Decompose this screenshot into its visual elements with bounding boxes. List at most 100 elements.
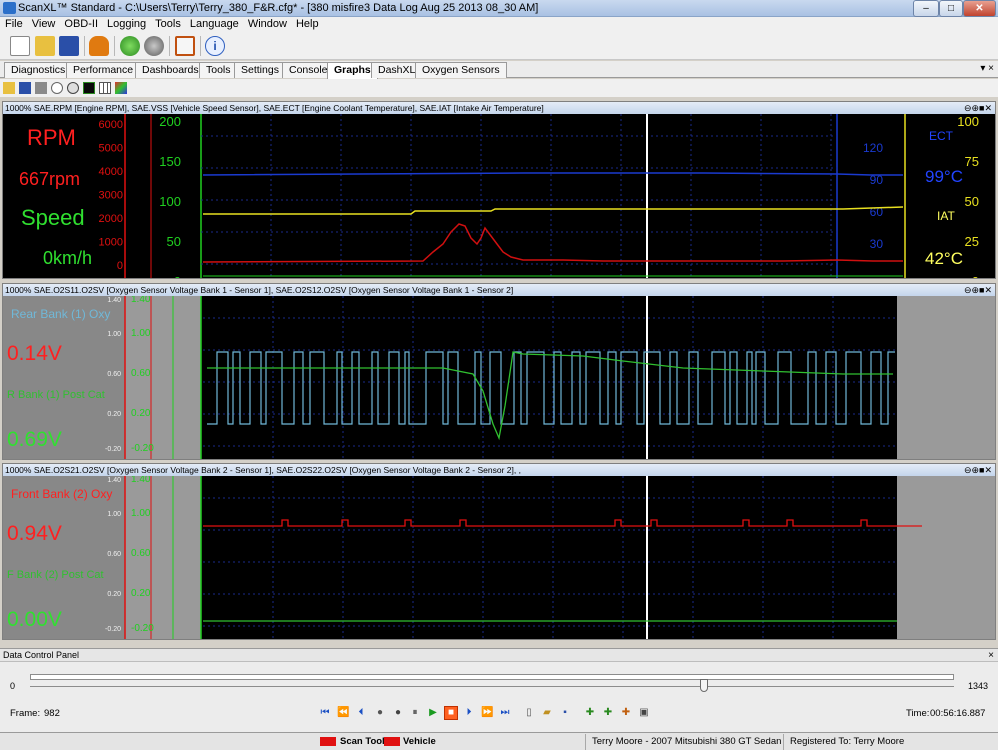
- tab-tools[interactable]: Tools: [199, 62, 238, 78]
- rpm-value: 667rpm: [19, 169, 80, 189]
- new-document-icon[interactable]: [10, 36, 30, 56]
- reset-icon[interactable]: [51, 82, 63, 94]
- o2-tick-label: 0.60: [131, 548, 151, 559]
- open-log-icon[interactable]: ▰: [541, 707, 553, 719]
- close-button[interactable]: ✕: [963, 0, 996, 17]
- export-icon[interactable]: ✚: [584, 707, 596, 719]
- status-separator: [783, 734, 784, 750]
- o2-tick-label: 1.40: [107, 477, 121, 484]
- fast-rewind-icon[interactable]: ⏪: [337, 707, 349, 719]
- panel-controls[interactable]: ⊖⊕■✕: [964, 284, 992, 296]
- import-icon[interactable]: ✚: [602, 707, 614, 719]
- vehicle-indicator: [384, 737, 400, 746]
- rpm-tick-label: 5000: [99, 143, 123, 155]
- status-separator: [585, 734, 586, 750]
- menu-window[interactable]: Window: [243, 17, 291, 32]
- graph-panel-bank2: 1000% SAE.O2S21.O2SV [Oxygen Sensor Volt…: [2, 463, 996, 640]
- mark-icon[interactable]: ✚: [620, 707, 632, 719]
- settings-icon[interactable]: ▣: [638, 707, 650, 719]
- vehicle-info: Terry Moore - 2007 Mitsubishi 380 GT Sed…: [592, 736, 782, 747]
- panel-header: 1000% SAE.O2S11.O2SV [Oxygen Sensor Volt…: [3, 284, 995, 296]
- gauge-icon[interactable]: [67, 82, 79, 94]
- main-toolbar: i: [0, 32, 998, 60]
- tab-dashboards[interactable]: Dashboards: [135, 62, 206, 78]
- vehicle-icon[interactable]: [89, 36, 109, 56]
- frame-slider-thumb[interactable]: [700, 679, 708, 692]
- skip-first-icon[interactable]: ⏮: [319, 707, 331, 719]
- frame-value: 982: [44, 708, 60, 719]
- window-title-bar[interactable]: ScanXL™ Standard - C:\Users\Terry\Terry_…: [0, 0, 998, 17]
- ect-tick-label: 30: [870, 237, 884, 251]
- info-icon[interactable]: i: [205, 36, 225, 56]
- fast-forward-icon[interactable]: ⏩: [481, 707, 493, 719]
- sensor-2-label: F Bank (2) Post Cat: [7, 569, 104, 581]
- rpm-label: RPM: [27, 125, 76, 150]
- panel-controls[interactable]: ⊖⊕■✕: [964, 464, 992, 476]
- sensor-1-label: Front Bank (2) Oxy: [11, 487, 112, 501]
- panel-controls[interactable]: ⊖⊕■✕: [964, 102, 992, 114]
- open-icon[interactable]: [3, 82, 15, 94]
- o2-tick-label: 0.60: [107, 371, 121, 378]
- ect-value: 99°C: [925, 167, 963, 186]
- save-disk-icon[interactable]: [59, 36, 79, 56]
- vehicle-label: Vehicle: [403, 736, 436, 747]
- play-icon[interactable]: ▶: [427, 707, 439, 719]
- maximize-button[interactable]: □: [939, 0, 963, 17]
- tab-list-pin-icon[interactable]: ▾ ×: [980, 63, 994, 74]
- copy-icon[interactable]: [35, 82, 47, 94]
- save-icon[interactable]: [19, 82, 31, 94]
- slider-track[interactable]: [30, 674, 954, 680]
- menu-tools[interactable]: Tools: [150, 17, 185, 32]
- new-log-icon[interactable]: ▯: [523, 707, 535, 719]
- tab-performance[interactable]: Performance: [66, 62, 141, 78]
- tab-diagnostics[interactable]: Diagnostics: [4, 62, 73, 78]
- data-control-panel: 0 1343 Frame: 982 ⏮ ⏪ ⏴ ● ● ⏸ ▶ ■ ⏵ ⏩ ⏭ …: [0, 662, 998, 732]
- open-folder-icon[interactable]: [35, 36, 55, 56]
- menu-file[interactable]: File: [0, 17, 27, 32]
- iat-tick-label: 100: [957, 114, 979, 129]
- menu-view[interactable]: View: [27, 17, 60, 32]
- rpm-tick-label: 3000: [99, 190, 123, 202]
- connect-icon[interactable]: [120, 36, 140, 56]
- tab-settings[interactable]: Settings: [234, 62, 286, 78]
- o2-tick-label: 0.20: [131, 408, 151, 419]
- speed-tick-label: 200: [159, 114, 181, 129]
- minimize-button[interactable]: –: [913, 0, 939, 17]
- close-icon[interactable]: ×: [988, 649, 994, 662]
- data-control-panel-title: Data Control Panel: [3, 650, 80, 660]
- table-icon[interactable]: [99, 82, 111, 94]
- pause-icon[interactable]: ⏸: [409, 707, 421, 719]
- step-back-icon[interactable]: ⏴: [355, 707, 367, 719]
- rpm-tick-label: 6000: [99, 119, 123, 131]
- stop-icon[interactable]: ■: [444, 706, 458, 720]
- plot-background: [3, 114, 995, 278]
- graph-icon[interactable]: [83, 82, 95, 94]
- save-log-icon[interactable]: ▪: [559, 707, 571, 719]
- tab-oxygen-sensors[interactable]: Oxygen Sensors: [415, 62, 507, 78]
- slider-max-label: 1343: [968, 681, 989, 691]
- disconnect-icon[interactable]: [144, 36, 164, 56]
- color-icon[interactable]: [115, 82, 127, 94]
- bank1-graph: 1.40 1.00 0.60 0.20 -0.20 1.40 1.00 0.60 0.20 -0.…: [3, 296, 995, 459]
- scan-tool-indicator: [320, 737, 336, 746]
- menu-logging[interactable]: Logging: [102, 17, 150, 32]
- record-small-icon[interactable]: ●: [374, 707, 386, 719]
- sensor-2-value: 0.69V: [7, 428, 62, 451]
- toolbar-separator: [114, 36, 115, 56]
- data-control-panel-header: Data Control Panel ×: [0, 648, 998, 662]
- slider-scale: [30, 686, 954, 687]
- ect-tick-label: 120: [863, 141, 883, 155]
- window-title: ScanXL™ Standard - C:\Users\Terry\Terry_…: [18, 2, 539, 14]
- record-icon[interactable]: ●: [392, 707, 404, 719]
- step-forward-icon[interactable]: ⏵: [463, 707, 475, 719]
- panel-header-title: 1000% SAE.O2S21.O2SV [Oxygen Sensor Volt…: [5, 465, 521, 475]
- menu-help[interactable]: Help: [291, 17, 323, 32]
- skip-last-icon[interactable]: ⏭: [499, 707, 511, 719]
- sensor-1-value: 0.94V: [7, 522, 62, 545]
- menu-language[interactable]: Language: [185, 17, 243, 32]
- speed-tick-label: 150: [159, 154, 181, 169]
- iat-tick-label: 25: [965, 234, 979, 249]
- o2-tick-label: 1.00: [107, 331, 121, 338]
- fullscreen-icon[interactable]: [175, 36, 195, 56]
- menu-obd[interactable]: OBD-II: [59, 17, 102, 32]
